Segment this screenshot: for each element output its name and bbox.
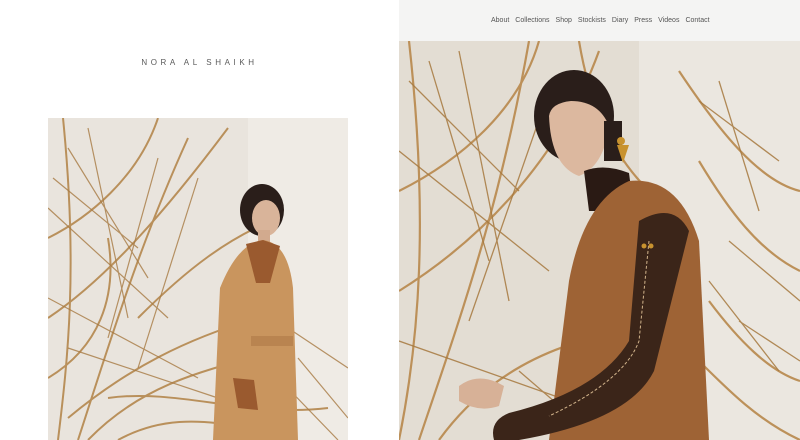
lookbook-photo-left[interactable]: [48, 118, 348, 440]
top-navigation: About Collections Shop Stockists Diary P…: [399, 0, 800, 41]
fashion-photo-icon: [399, 41, 800, 440]
brand-logo[interactable]: NORA AL SHAIKH: [0, 58, 399, 67]
nav-item-collections[interactable]: Collections: [515, 17, 549, 24]
nav-menu: About Collections Shop Stockists Diary P…: [399, 17, 800, 24]
nav-item-press[interactable]: Press: [634, 17, 652, 24]
left-column: NORA AL SHAIKH: [0, 0, 399, 440]
nav-item-stockists[interactable]: Stockists: [578, 17, 606, 24]
nav-item-about[interactable]: About: [491, 17, 509, 24]
fashion-photo-icon: [48, 118, 348, 440]
lookbook-photo-right[interactable]: [399, 41, 800, 440]
nav-item-shop[interactable]: Shop: [556, 17, 572, 24]
nav-item-diary[interactable]: Diary: [612, 17, 628, 24]
right-column: About Collections Shop Stockists Diary P…: [399, 0, 800, 440]
nav-item-contact[interactable]: Contact: [685, 17, 709, 24]
nav-item-videos[interactable]: Videos: [658, 17, 679, 24]
